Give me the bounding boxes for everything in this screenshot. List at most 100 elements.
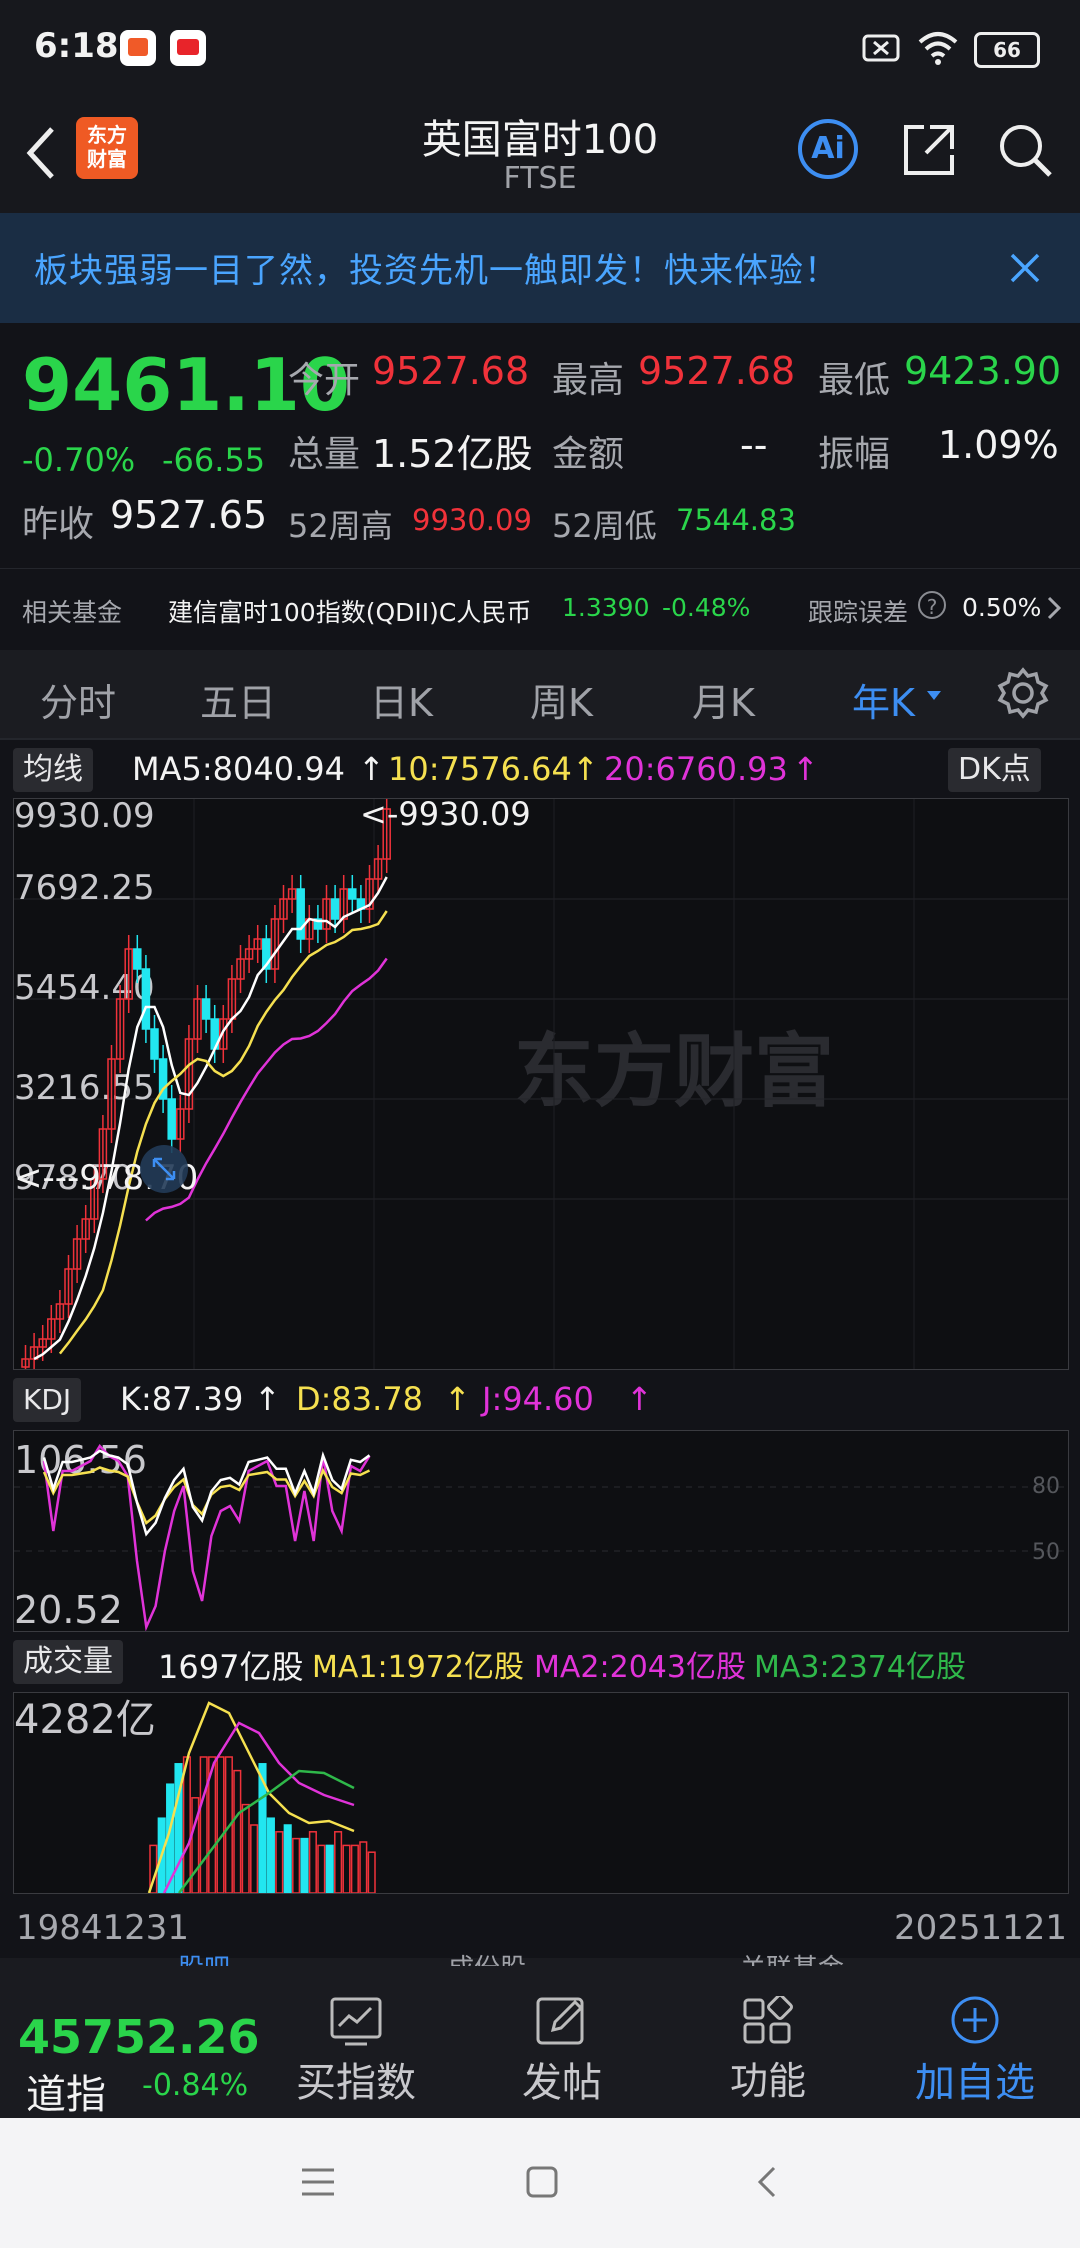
- volume-bar: [275, 1831, 284, 1893]
- menu-icon[interactable]: [298, 2162, 338, 2202]
- max-marker: <-9930.09: [360, 798, 531, 833]
- kdj-chart[interactable]: 106.5620.528050: [13, 1430, 1069, 1632]
- fund-name: 建信富时100指数(QDII)C人民币: [168, 598, 532, 627]
- volume-bar: [241, 1803, 250, 1893]
- volume-bar: [216, 1756, 225, 1893]
- kdj-k-arrow: ↑: [254, 1380, 281, 1418]
- kdj-d: D:83.78: [296, 1380, 424, 1418]
- app-header: 东方 财富 英国富时100 FTSE Ai: [0, 95, 1080, 213]
- ma-selector[interactable]: 均线: [13, 748, 93, 792]
- search-icon[interactable]: [996, 121, 1054, 179]
- plus-circle-icon: [951, 1996, 999, 2044]
- close-icon[interactable]: [1008, 251, 1042, 285]
- volume-bar: [283, 1824, 292, 1893]
- settings-gear-icon[interactable]: [996, 666, 1050, 720]
- ma20-value: 20:6760.93: [604, 750, 788, 788]
- functions-button[interactable]: 功能: [706, 1994, 830, 2105]
- tab-five-day[interactable]: 五日: [200, 672, 276, 727]
- amplitude-value: 1.09%: [938, 423, 1059, 467]
- date-end: 20251121: [894, 1908, 1068, 1948]
- candlestick-chart[interactable]: 东方财富 9930.097692.255454.403216.55978.70<…: [13, 798, 1069, 1370]
- tab-daily-k[interactable]: 日K: [370, 672, 433, 727]
- sim-off-icon: [862, 34, 900, 62]
- dk-point-button[interactable]: DK点: [948, 748, 1041, 792]
- volume-value: 1.52亿股: [372, 432, 533, 476]
- volume-ma1: MA1:1972亿股: [312, 1650, 524, 1685]
- volume-label: 总量: [288, 434, 361, 475]
- add-watchlist-button[interactable]: 加自选: [900, 1996, 1050, 2108]
- kdj-level-50: 50: [1032, 1540, 1060, 1565]
- fund-nav: 1.3390: [562, 593, 650, 622]
- home-icon[interactable]: [522, 2162, 562, 2202]
- volume-bar: [350, 1844, 359, 1893]
- volume-bar: [308, 1831, 317, 1893]
- fund-label: 相关基金: [22, 598, 123, 627]
- status-bar: 6:18 66: [0, 0, 1080, 95]
- volume-bar: [182, 1756, 191, 1893]
- y-axis-label: 9930.09: [14, 798, 155, 836]
- kdj-selector[interactable]: KDJ: [13, 1378, 82, 1422]
- volume-bar: [367, 1851, 376, 1893]
- tracking-error-label: 跟踪误差: [808, 598, 909, 627]
- ma10-value: 10:7576.64: [388, 750, 572, 788]
- amount-value: --: [740, 423, 768, 467]
- volume-current: 1697亿股: [158, 1648, 304, 1686]
- peek-tab-guba: 股吧: [178, 1948, 230, 1966]
- tab-weekly-k[interactable]: 周K: [530, 672, 593, 727]
- change-amount: -66.55: [162, 441, 266, 479]
- banner-text: 板块强弱一目了然，投资先机一触即发！快来体验！: [34, 251, 839, 291]
- tab-monthly-k[interactable]: 月K: [692, 672, 755, 727]
- y-axis-label: 5454.40: [14, 968, 155, 1008]
- add-watchlist-label: 加自选: [915, 2060, 1035, 2106]
- volume-bar: [199, 1756, 208, 1893]
- w52-low-label: 52周低: [552, 507, 657, 545]
- post-label: 发帖: [522, 2060, 602, 2106]
- kdj-d-arrow: ↑: [444, 1380, 471, 1418]
- tab-intraday[interactable]: 分时: [40, 672, 116, 727]
- ma5-arrow: ↑: [358, 750, 385, 788]
- help-icon[interactable]: ?: [918, 591, 946, 619]
- volume-top-label: 4282亿: [14, 1697, 156, 1743]
- volume-bar: [317, 1844, 326, 1893]
- watermark: 东方财富: [514, 1025, 834, 1118]
- candle-body: [167, 1098, 176, 1140]
- system-nav-bar: [0, 2118, 1080, 2248]
- volume-selector[interactable]: 成交量: [13, 1640, 123, 1684]
- buy-index-button[interactable]: 买指数: [282, 1996, 430, 2108]
- share-icon[interactable]: [900, 121, 958, 179]
- mi-app-icon: [120, 30, 156, 66]
- candle-body: [296, 888, 305, 940]
- ai-button[interactable]: Ai: [798, 119, 858, 179]
- candle-body: [141, 968, 151, 1030]
- date-start: 19841231: [16, 1908, 190, 1948]
- related-fund-row[interactable]: 相关基金 建信富时100指数(QDII)C人民币 1.3390 -0.48% 跟…: [0, 568, 1080, 649]
- candle-body: [348, 888, 357, 900]
- low-label: 最低: [818, 360, 891, 401]
- quote-panel: 9461.10 -0.70% -66.55 昨收 9527.65 今开 9527…: [0, 323, 1080, 568]
- buy-index-label: 买指数: [296, 2060, 416, 2106]
- battery-icon: 66: [974, 32, 1040, 68]
- volume-bar: [325, 1844, 334, 1893]
- dow-index-name: 道指: [26, 2072, 106, 2118]
- tab-yearly-k[interactable]: 年K: [852, 672, 915, 727]
- candle-body: [133, 948, 142, 970]
- y-axis-label: 7692.25: [14, 868, 155, 908]
- back-nav-icon[interactable]: [748, 2162, 788, 2202]
- chart-icon: [330, 1997, 382, 2046]
- bottom-toolbar: 股吧 成份股 关联基金 45752.26 道指 -0.84% 买指数 发帖 功能: [0, 1954, 1080, 2118]
- candle-body: [330, 898, 340, 920]
- low-value: 9423.90: [904, 349, 1062, 393]
- peek-tab-components: 成份股: [448, 1948, 526, 1966]
- w52-low-value: 7544.83: [676, 503, 796, 537]
- y-axis-label: 3216.55: [14, 1068, 155, 1108]
- volume-chart[interactable]: 4282亿: [13, 1692, 1069, 1894]
- chevron-right-icon: [1047, 596, 1062, 620]
- promo-banner[interactable]: 板块强弱一目了然，投资先机一触即发！快来体验！: [0, 213, 1080, 323]
- post-button[interactable]: 发帖: [500, 1996, 624, 2108]
- kdj-j-arrow: ↑: [626, 1380, 653, 1418]
- volume-ma3: MA3:2374亿股: [754, 1650, 966, 1685]
- dow-index-value[interactable]: 45752.26: [18, 2010, 260, 2064]
- peek-tab-funds: 关联基金: [740, 1948, 844, 1966]
- ma5-line: [33, 876, 388, 1361]
- amplitude-label: 振幅: [818, 434, 891, 475]
